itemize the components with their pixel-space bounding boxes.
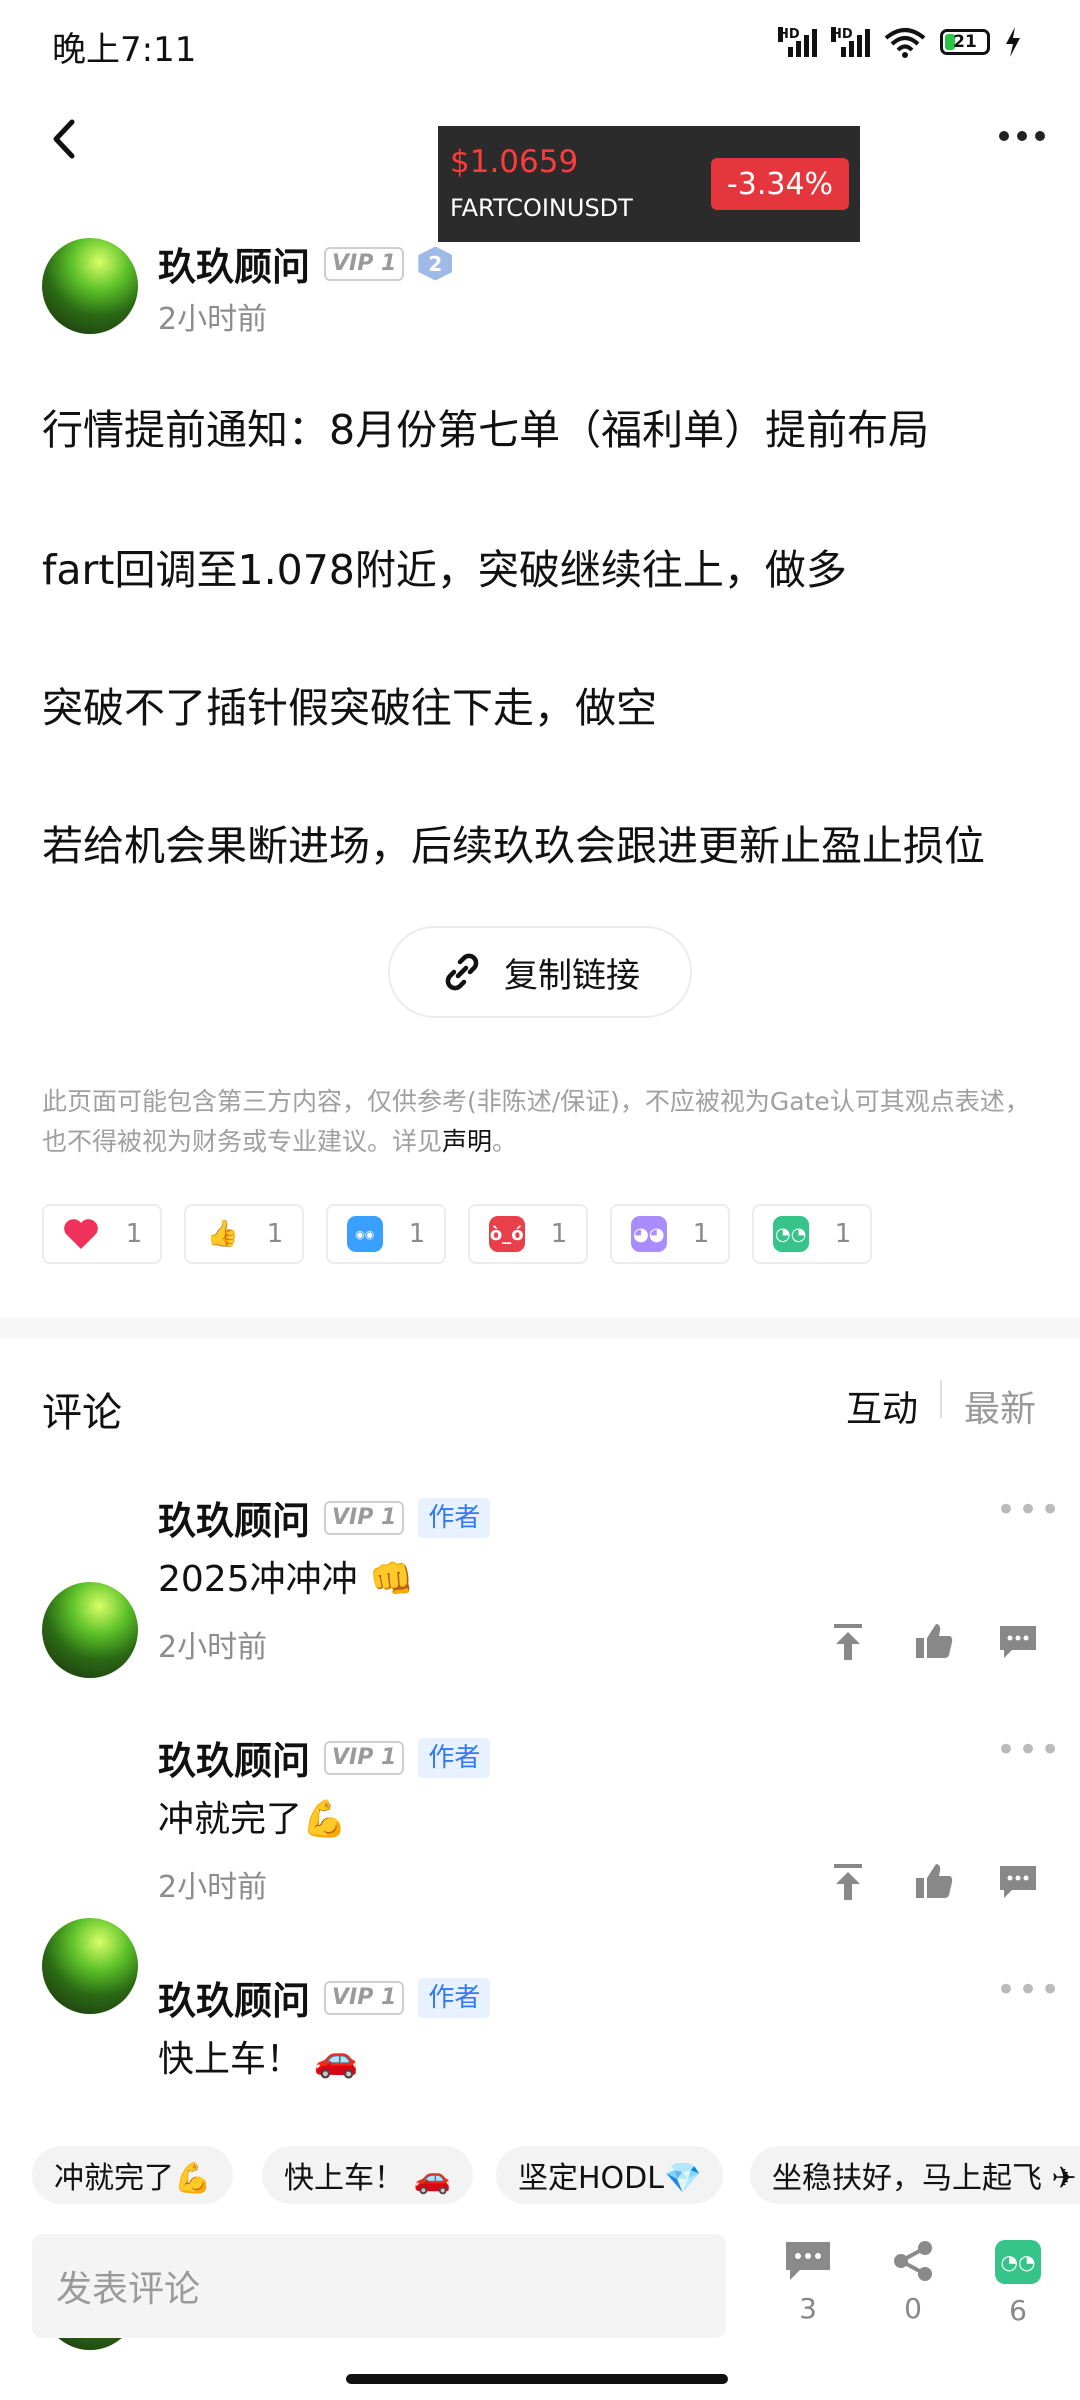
heart-icon bbox=[63, 1219, 98, 1249]
comment-more-icon[interactable]: ••• bbox=[996, 1970, 1062, 2010]
ticker-price: $1.0659 bbox=[450, 144, 579, 180]
level-number: 2 bbox=[428, 251, 443, 276]
post-time: 2小时前 bbox=[158, 302, 268, 337]
comment-time: 2小时前 bbox=[158, 1870, 268, 1905]
shares-count: 0 bbox=[904, 2292, 922, 2325]
back-icon[interactable] bbox=[48, 116, 82, 162]
level-badge-icon: 2 bbox=[418, 246, 453, 281]
comment-text: 快上车！ 🚗 bbox=[158, 2039, 359, 2080]
comment-author-row: 玖玖顾问 VIP 1 作者 bbox=[158, 1970, 491, 2025]
reaction-thinking[interactable]: ◔◔ 1 bbox=[752, 1204, 872, 1264]
author-badge: 作者 bbox=[418, 1737, 491, 1778]
comment-more-icon[interactable]: ••• bbox=[996, 1730, 1062, 1770]
quick-reply-chip[interactable]: 冲就完了💪 bbox=[32, 2146, 234, 2204]
author-row: 玖玖顾问 VIP 1 2 bbox=[158, 236, 453, 291]
signal-icon: HD bbox=[778, 27, 817, 57]
wifi-icon bbox=[884, 28, 926, 58]
post-line-4: 若给机会果断进场，后续玖玖会跟进更新止盈止损位 bbox=[42, 822, 985, 870]
link-icon bbox=[445, 953, 479, 991]
post-line-1: 行情提前通知：8月份第七单（福利单）提前布局 bbox=[42, 406, 930, 454]
reaction-angry[interactable]: ò_ó 1 bbox=[468, 1204, 588, 1264]
more-icon[interactable] bbox=[998, 128, 1046, 144]
reaction-count: 1 bbox=[125, 1219, 143, 1249]
quick-reply-chip[interactable]: 坚定HODL💎 bbox=[496, 2146, 724, 2204]
comment-more-icon[interactable]: ••• bbox=[996, 1490, 1062, 1530]
battery-icon: 21 bbox=[940, 29, 990, 55]
share-button[interactable]: 0 bbox=[878, 2240, 948, 2325]
comment-author[interactable]: 玖玖顾问 bbox=[158, 1970, 310, 2025]
reaction-count: 1 bbox=[550, 1219, 568, 1249]
pin-top-icon[interactable] bbox=[830, 1622, 866, 1662]
comment-author[interactable]: 玖玖顾问 bbox=[158, 1490, 310, 1545]
post-line-3: 突破不了插针假突破往下走，做空 bbox=[42, 684, 657, 732]
charging-icon bbox=[1006, 27, 1020, 57]
vip-badge: VIP 1 bbox=[324, 1740, 405, 1775]
vip-badge: VIP 1 bbox=[324, 246, 405, 281]
reply-icon[interactable] bbox=[998, 1624, 1038, 1660]
signal-icon-2: HD bbox=[831, 27, 870, 57]
like-icon[interactable] bbox=[914, 1622, 954, 1660]
comment-author-row: 玖玖顾问 VIP 1 作者 bbox=[158, 1730, 491, 1785]
comment-time: 2小时前 bbox=[158, 1630, 268, 1665]
comment-input[interactable]: 发表评论 bbox=[32, 2234, 726, 2338]
reaction-hodl[interactable]: ◉◉ 1 bbox=[326, 1204, 446, 1264]
reaction-heart[interactable]: 1 bbox=[42, 1204, 162, 1264]
disclaimer-end: 。 bbox=[492, 1127, 518, 1156]
copy-link-button[interactable]: 复制链接 bbox=[388, 926, 692, 1018]
price-ticker[interactable]: $1.0659 FARTCOINUSDT -3.34% bbox=[438, 126, 860, 242]
author-badge: 作者 bbox=[418, 1497, 491, 1538]
copy-link-label: 复制链接 bbox=[504, 955, 640, 996]
sort-separator bbox=[940, 1380, 942, 1418]
disclaimer-link[interactable]: 声明 bbox=[442, 1127, 492, 1156]
post-line-2: fart回调至1.078附近，突破继续往上，做多 bbox=[42, 546, 847, 594]
like-icon[interactable] bbox=[914, 1862, 954, 1900]
battery-level: 21 bbox=[953, 32, 977, 52]
reply-icon[interactable] bbox=[998, 1864, 1038, 1900]
comment-author-row: 玖玖顾问 VIP 1 作者 bbox=[158, 1490, 491, 1545]
comments-title: 评论 bbox=[42, 1390, 122, 1436]
disclaimer-text: 此页面可能包含第三方内容，仅供参考(非陈述/保证)，不应被视为Gate认可其观点… bbox=[42, 1087, 1030, 1156]
sort-latest-tab[interactable]: 最新 bbox=[964, 1380, 1036, 1432]
ghost-face-icon: ◕◕ bbox=[630, 1216, 667, 1252]
quick-reply-chip[interactable]: 坐稳扶好，马上起飞 ✈ bbox=[750, 2146, 1080, 2204]
comment-author[interactable]: 玖玖顾问 bbox=[158, 1730, 310, 1785]
author-badge: 作者 bbox=[418, 1977, 491, 2018]
status-time: 晚上7:11 bbox=[52, 30, 197, 70]
reaction-count: 1 bbox=[834, 1219, 852, 1249]
thumbs-up-icon: 👍 bbox=[206, 1219, 239, 1249]
comments-button[interactable]: 3 bbox=[773, 2240, 843, 2325]
comment-text: 冲就完了💪 bbox=[158, 1799, 347, 1840]
home-indicator[interactable] bbox=[346, 2374, 728, 2384]
reaction-ghost[interactable]: ◕◕ 1 bbox=[610, 1204, 730, 1264]
ticker-pair: FARTCOINUSDT bbox=[450, 194, 633, 222]
hodl-icon: ◉◉ bbox=[346, 1216, 383, 1252]
reactions-button[interactable]: ◔◔ 6 bbox=[983, 2240, 1053, 2327]
comment-icon bbox=[786, 2242, 830, 2280]
comments-count: 3 bbox=[799, 2292, 817, 2325]
reaction-thumbs-up[interactable]: 👍 1 bbox=[184, 1204, 304, 1264]
angry-face-icon: ò_ó bbox=[488, 1216, 525, 1252]
sort-interaction-tab[interactable]: 互动 bbox=[846, 1380, 918, 1432]
reaction-count: 1 bbox=[266, 1219, 284, 1249]
disclaimer: 此页面可能包含第三方内容，仅供参考(非陈述/保证)，不应被视为Gate认可其观点… bbox=[42, 1082, 1042, 1162]
quick-reply-chip[interactable]: 快上车！ 🚗 bbox=[262, 2146, 473, 2204]
reaction-count: 1 bbox=[692, 1219, 710, 1249]
vip-badge: VIP 1 bbox=[324, 1500, 405, 1535]
comment-text: 2025冲冲冲 👊 bbox=[158, 1559, 414, 1600]
status-icons: HD HD 21 bbox=[778, 26, 1022, 58]
reactions-count: 6 bbox=[1009, 2294, 1027, 2327]
pin-top-icon[interactable] bbox=[830, 1862, 866, 1902]
vip-badge: VIP 1 bbox=[324, 1980, 405, 2015]
ticker-change: -3.34% bbox=[711, 158, 849, 210]
share-icon bbox=[894, 2241, 932, 2281]
reaction-count: 1 bbox=[408, 1219, 426, 1249]
author-name[interactable]: 玖玖顾问 bbox=[158, 236, 310, 291]
section-divider bbox=[0, 1318, 1080, 1338]
thinking-face-icon: ◔◔ bbox=[772, 1216, 809, 1252]
thinking-face-icon: ◔◔ bbox=[995, 2240, 1041, 2284]
